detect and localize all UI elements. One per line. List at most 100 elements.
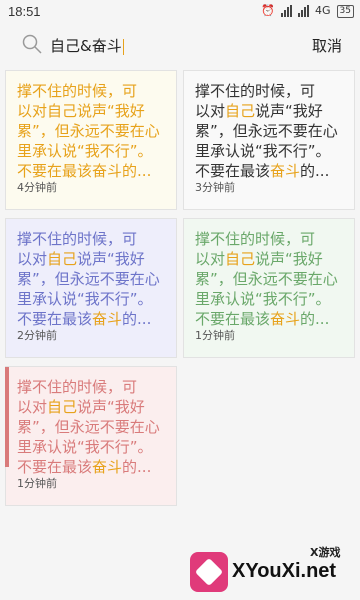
status-icons: ⏰ 4G 35 — [261, 4, 354, 18]
note-line: 累”，但永远不要在心 — [17, 121, 167, 141]
note-line: 累”，但永远不要在心 — [195, 121, 345, 141]
note-text-segment: 说声“我好 — [77, 250, 145, 268]
note-text-segment: 累”，但永远不要在心 — [17, 418, 160, 436]
note-card[interactable]: 撑不住的时候，可 以对自己说声“我好 累”，但永远不要在心 里承认说“我不行”。 不要在… — [183, 218, 355, 358]
note-line: 撑不住的时候，可 — [17, 377, 167, 397]
keyword-highlight: 奋斗 — [92, 310, 123, 328]
note-text-segment: 里承认说“我不行”。 — [195, 142, 331, 160]
note-line: 以对自己说声“我好 — [195, 101, 345, 121]
note-text: 撑不住的时候，可 以对自己说声“我好 累”，但永远不要在心 里承认说“我不行”。 不要在… — [195, 229, 345, 329]
note-timestamp: 1分钟前 — [17, 477, 57, 490]
note-card[interactable]: 撑不住的时候，可 以对自己说声“我好 累”，但永远不要在心 里承认说“我不行”。 不要在… — [183, 70, 355, 210]
note-timestamp: 4分钟前 — [17, 181, 57, 194]
note-text-segment: 说声“我好 — [77, 102, 145, 120]
note-text-segment: 不要在最该 — [195, 162, 271, 180]
search-icon — [22, 34, 42, 54]
note-text-segment: 的... — [122, 458, 152, 476]
note-line: 里承认说“我不行”。 — [195, 141, 345, 161]
keyword-highlight: 奋斗 — [270, 162, 301, 180]
note-line: 不要在最该奋斗的... — [17, 457, 167, 477]
note-text-segment: 里承认说“我不行”。 — [195, 290, 331, 308]
note-text-segment: 的... — [300, 310, 330, 328]
note-text-segment: 撑不住的时候，可 — [17, 230, 138, 248]
watermark-big-text: XYouXi.net — [232, 560, 337, 582]
note-text-segment: 的... — [300, 162, 330, 180]
note-text-segment: 说声“我好 — [255, 250, 323, 268]
note-text-segment: 不要在最该 — [195, 310, 271, 328]
status-bar: 18:51 ⏰ 4G 35 — [0, 0, 360, 24]
keyword-highlight: 自己 — [47, 398, 78, 416]
note-line: 撑不住的时候，可 — [195, 81, 345, 101]
signal-icon — [281, 5, 293, 17]
note-card[interactable]: 撑不住的时候，可 以对自己说声“我好 累”，但永远不要在心 里承认说“我不行”。 不要在… — [5, 366, 177, 506]
search-query: 自己&奋斗 — [50, 37, 122, 55]
note-text-segment: 不要在最该 — [17, 162, 93, 180]
note-text-segment: 以对 — [17, 398, 48, 416]
keyword-highlight: 奋斗 — [92, 458, 123, 476]
note-line: 不要在最该奋斗的... — [17, 309, 167, 329]
note-text-segment: 撑不住的时候，可 — [195, 82, 316, 100]
search-input[interactable]: 自己&奋斗 — [50, 35, 124, 56]
note-text-segment: 以对 — [17, 250, 48, 268]
battery-icon: 35 — [336, 4, 354, 18]
note-text-segment: 不要在最该 — [17, 310, 93, 328]
text-caret — [122, 38, 124, 55]
note-line: 不要在最该奋斗的... — [195, 309, 345, 329]
note-text: 撑不住的时候，可 以对自己说声“我好 累”，但永远不要在心 里承认说“我不行”。 不要在… — [17, 81, 167, 181]
status-time: 18:51 — [8, 4, 41, 19]
note-line: 以对自己说声“我好 — [17, 397, 167, 417]
note-timestamp: 3分钟前 — [195, 181, 235, 194]
alarm-icon: ⏰ — [261, 4, 276, 17]
note-line: 撑不住的时候，可 — [195, 229, 345, 249]
note-line: 撑不住的时候，可 — [17, 229, 167, 249]
note-card[interactable]: 撑不住的时候，可 以对自己说声“我好 累”，但永远不要在心 里承认说“我不行”。 不要在… — [5, 70, 177, 210]
note-timestamp: 2分钟前 — [17, 329, 57, 342]
note-line: 里承认说“我不行”。 — [195, 289, 345, 309]
note-text-segment: 以对 — [195, 102, 226, 120]
note-text-segment: 累”，但永远不要在心 — [17, 122, 160, 140]
note-text-segment: 撑不住的时候，可 — [195, 230, 316, 248]
note-line: 以对自己说声“我好 — [17, 101, 167, 121]
note-line: 以对自己说声“我好 — [195, 249, 345, 269]
note-line: 里承认说“我不行”。 — [17, 289, 167, 309]
note-text: 撑不住的时候，可 以对自己说声“我好 累”，但永远不要在心 里承认说“我不行”。 不要在… — [17, 229, 167, 329]
note-line: 累”，但永远不要在心 — [17, 417, 167, 437]
note-card[interactable]: 撑不住的时候，可 以对自己说声“我好 累”，但永远不要在心 里承认说“我不行”。 不要在… — [5, 218, 177, 358]
note-text-segment: 撑不住的时候，可 — [17, 82, 138, 100]
note-text-segment: 里承认说“我不行”。 — [17, 290, 153, 308]
keyword-highlight: 奋斗 — [92, 162, 123, 180]
cancel-button[interactable]: 取消 — [312, 35, 342, 56]
note-text: 撑不住的时候，可 以对自己说声“我好 累”，但永远不要在心 里承认说“我不行”。 不要在… — [195, 81, 345, 181]
note-text-segment: 的... — [122, 162, 152, 180]
note-line: 不要在最该奋斗的... — [17, 161, 167, 181]
note-text-segment: 累”，但永远不要在心 — [195, 122, 338, 140]
note-text: 撑不住的时候，可 以对自己说声“我好 累”，但永远不要在心 里承认说“我不行”。 不要在… — [17, 377, 167, 477]
note-text-segment: 累”，但永远不要在心 — [17, 270, 160, 288]
selection-indicator — [5, 367, 9, 467]
keyword-highlight: 自己 — [47, 250, 78, 268]
note-text-segment: 说声“我好 — [255, 102, 323, 120]
note-text-segment: 里承认说“我不行”。 — [17, 142, 153, 160]
note-line: 里承认说“我不行”。 — [17, 141, 167, 161]
note-text-segment: 的... — [122, 310, 152, 328]
keyword-highlight: 自己 — [225, 102, 256, 120]
note-line: 以对自己说声“我好 — [17, 249, 167, 269]
watermark-small-text: X游戏 — [310, 546, 341, 559]
note-line: 不要在最该奋斗的... — [195, 161, 345, 181]
keyword-highlight: 自己 — [225, 250, 256, 268]
network-type: 4G — [315, 4, 331, 17]
note-line: 累”，但永远不要在心 — [195, 269, 345, 289]
watermark: X游戏 XYouXi.net — [190, 540, 360, 596]
note-timestamp: 1分钟前 — [195, 329, 235, 342]
signal-icon-2 — [298, 5, 310, 17]
note-line: 累”，但永远不要在心 — [17, 269, 167, 289]
note-text-segment: 以对 — [17, 102, 48, 120]
gamepad-logo — [190, 552, 228, 592]
note-text-segment: 里承认说“我不行”。 — [17, 438, 153, 456]
note-text-segment: 说声“我好 — [77, 398, 145, 416]
search-bar: 自己&奋斗 取消 — [0, 24, 360, 68]
note-text-segment: 撑不住的时候，可 — [17, 378, 138, 396]
note-text-segment: 以对 — [195, 250, 226, 268]
note-line: 里承认说“我不行”。 — [17, 437, 167, 457]
note-text-segment: 累”，但永远不要在心 — [195, 270, 338, 288]
